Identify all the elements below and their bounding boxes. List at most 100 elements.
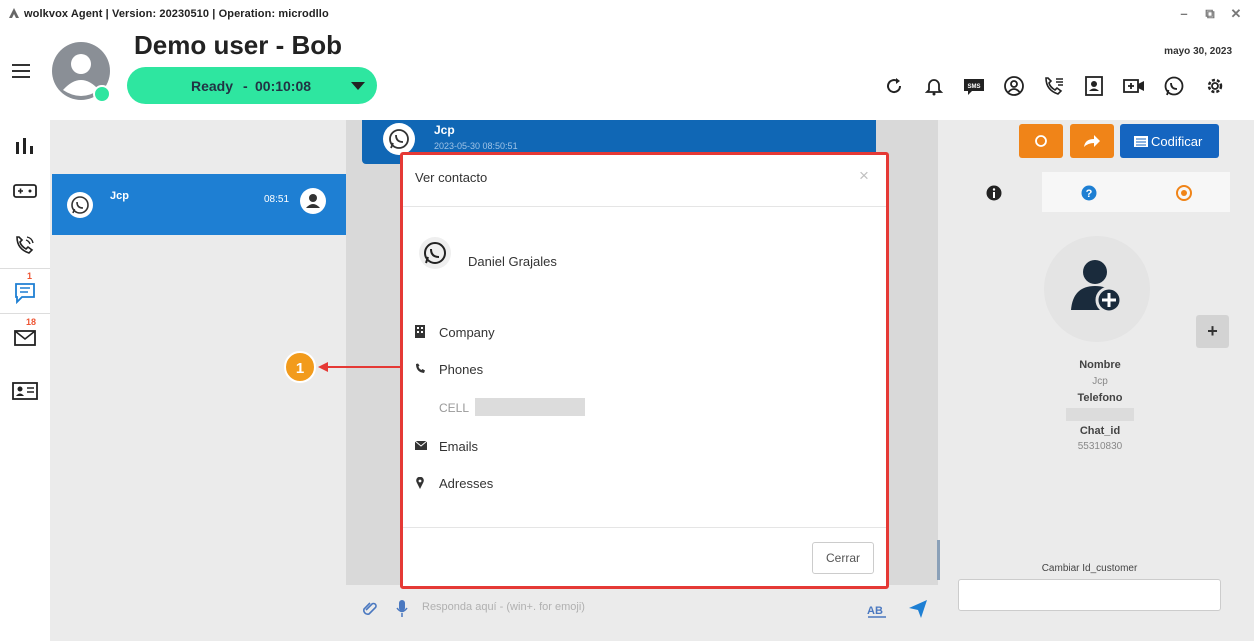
- contact-name: Daniel Grajales: [468, 254, 557, 269]
- id-card-icon: [12, 382, 38, 400]
- whatsapp-icon[interactable]: [1163, 75, 1185, 97]
- nav-calls[interactable]: [8, 228, 42, 260]
- telefono-label: Telefono: [1077, 392, 1123, 404]
- nav-stats[interactable]: [8, 130, 42, 162]
- cambiar-label: Cambiar Id_customer: [1041, 563, 1138, 574]
- message-input-bar: Responda aquí - (win+. for emoji) AB: [346, 585, 938, 641]
- status-label: Ready: [191, 78, 234, 94]
- chat-badge: 1: [27, 271, 33, 281]
- addresses-label: Adresses: [439, 476, 494, 491]
- emails-label: Emails: [439, 439, 479, 454]
- forward-button[interactable]: [1070, 124, 1114, 158]
- tab-other[interactable]: [1136, 172, 1230, 212]
- phone-list-icon[interactable]: [1043, 75, 1065, 97]
- info-icon: [986, 185, 1002, 201]
- user-plus-icon: [1071, 260, 1123, 314]
- chat-header-name: Jcp: [434, 123, 455, 137]
- chat-item-time: 08:51: [264, 194, 290, 205]
- contact-avatar: [1044, 236, 1150, 342]
- gear-icon[interactable]: [1204, 75, 1226, 97]
- cell-label: CELL: [439, 401, 470, 415]
- tab-info[interactable]: [948, 172, 1042, 212]
- nav-mail[interactable]: 18: [8, 317, 42, 352]
- contact-card-icon[interactable]: [1083, 75, 1105, 97]
- modal-title: Ver contacto: [415, 170, 488, 185]
- whatsapp-icon: [67, 192, 93, 218]
- chat-item-name: Jcp: [110, 190, 129, 202]
- window-title: wolkvox Agent | Version: 20230510 | Oper…: [24, 8, 329, 20]
- codificar-button[interactable]: Codificar: [1120, 124, 1219, 158]
- phone-icon: [16, 236, 34, 254]
- nombre-value: Jcp: [1092, 375, 1108, 387]
- cell-value-redacted: [475, 398, 585, 416]
- refresh-icon[interactable]: [883, 75, 905, 97]
- current-date: mayo 30, 2023: [1164, 46, 1232, 57]
- add-contact-button[interactable]: +: [1196, 315, 1229, 348]
- chat-id-value: 55310830: [1077, 441, 1123, 452]
- menu-icon: [12, 64, 30, 78]
- codificar-label: Codificar: [1151, 134, 1203, 149]
- cerrar-button[interactable]: Cerrar: [812, 542, 874, 574]
- agent-name: Demo user - Bob: [134, 30, 343, 60]
- app-logo-icon: [9, 8, 19, 18]
- title-bar: wolkvox Agent | Version: 20230510 | Oper…: [0, 0, 1254, 28]
- user-icon: [300, 188, 326, 214]
- share-icon: [1084, 135, 1100, 147]
- nav-contacts[interactable]: [8, 374, 42, 406]
- avatar: [50, 40, 114, 104]
- phone-icon: [416, 363, 425, 373]
- status-dropdown[interactable]: Ready - 00:10:08: [127, 67, 377, 104]
- chat-header-sub: 2023-05-30 08:50:51: [434, 141, 518, 151]
- nav-chat[interactable]: 1: [0, 268, 50, 314]
- circle-icon: [1035, 135, 1047, 147]
- mail-badge: 18: [26, 317, 37, 327]
- sms-icon[interactable]: SMS: [963, 75, 985, 97]
- message-input[interactable]: Responda aquí - (win+. for emoji): [422, 601, 585, 613]
- microphone-icon[interactable]: [396, 600, 408, 618]
- modal-close-button[interactable]: ×: [859, 166, 869, 186]
- restore-button[interactable]: ⧉: [1202, 6, 1218, 22]
- svg-text:SMS: SMS: [967, 84, 980, 90]
- envelope-icon: [415, 441, 427, 450]
- list-icon: [1134, 136, 1148, 147]
- spellcheck-icon[interactable]: AB: [866, 601, 888, 619]
- nombre-label: Nombre: [1079, 359, 1121, 371]
- badge-icon: [1176, 185, 1192, 201]
- phones-label: Phones: [439, 362, 484, 377]
- building-icon: [415, 325, 425, 338]
- whatsapp-icon: [419, 237, 451, 269]
- chevron-down-icon: [351, 82, 365, 90]
- bar-chart-icon: [16, 138, 33, 154]
- paperclip-icon[interactable]: [362, 601, 378, 617]
- whatsapp-icon: [383, 123, 415, 155]
- orange-action-button[interactable]: [1019, 124, 1063, 158]
- info-tabs: ?: [948, 172, 1232, 212]
- svg-text:?: ?: [1086, 188, 1093, 200]
- chat-icon: [15, 283, 35, 304]
- chat-list-item[interactable]: Jcp 08:51: [52, 174, 346, 235]
- map-marker-icon: [416, 477, 424, 489]
- tab-help[interactable]: ?: [1042, 172, 1136, 212]
- svg-text:AB: AB: [867, 605, 883, 617]
- minimize-button[interactable]: –: [1176, 6, 1192, 22]
- user-avatar-icon: [52, 42, 111, 103]
- hamburger-menu-button[interactable]: [12, 62, 32, 80]
- chat-id-label: Chat_id: [1079, 424, 1121, 437]
- mail-icon: [14, 330, 36, 346]
- video-plus-icon[interactable]: [1123, 75, 1145, 97]
- user-circle-icon[interactable]: [1003, 75, 1025, 97]
- send-icon[interactable]: [908, 599, 928, 619]
- nav-gamepad[interactable]: [8, 175, 42, 207]
- question-icon: ?: [1081, 185, 1097, 201]
- callout-arrow: [318, 362, 402, 372]
- gamepad-icon: [13, 184, 37, 198]
- ver-contacto-modal: Ver contacto × Daniel Grajales Company P…: [400, 152, 889, 589]
- id-customer-input[interactable]: [958, 579, 1221, 611]
- close-window-button[interactable]: ✕: [1228, 6, 1244, 22]
- company-label: Company: [439, 325, 495, 340]
- step-callout: 1: [284, 351, 316, 383]
- bell-icon[interactable]: [923, 75, 945, 97]
- telefono-value-redacted: [1066, 407, 1134, 421]
- modal-header: Ver contacto ×: [403, 155, 886, 207]
- status-timer: 00:10:08: [255, 78, 312, 94]
